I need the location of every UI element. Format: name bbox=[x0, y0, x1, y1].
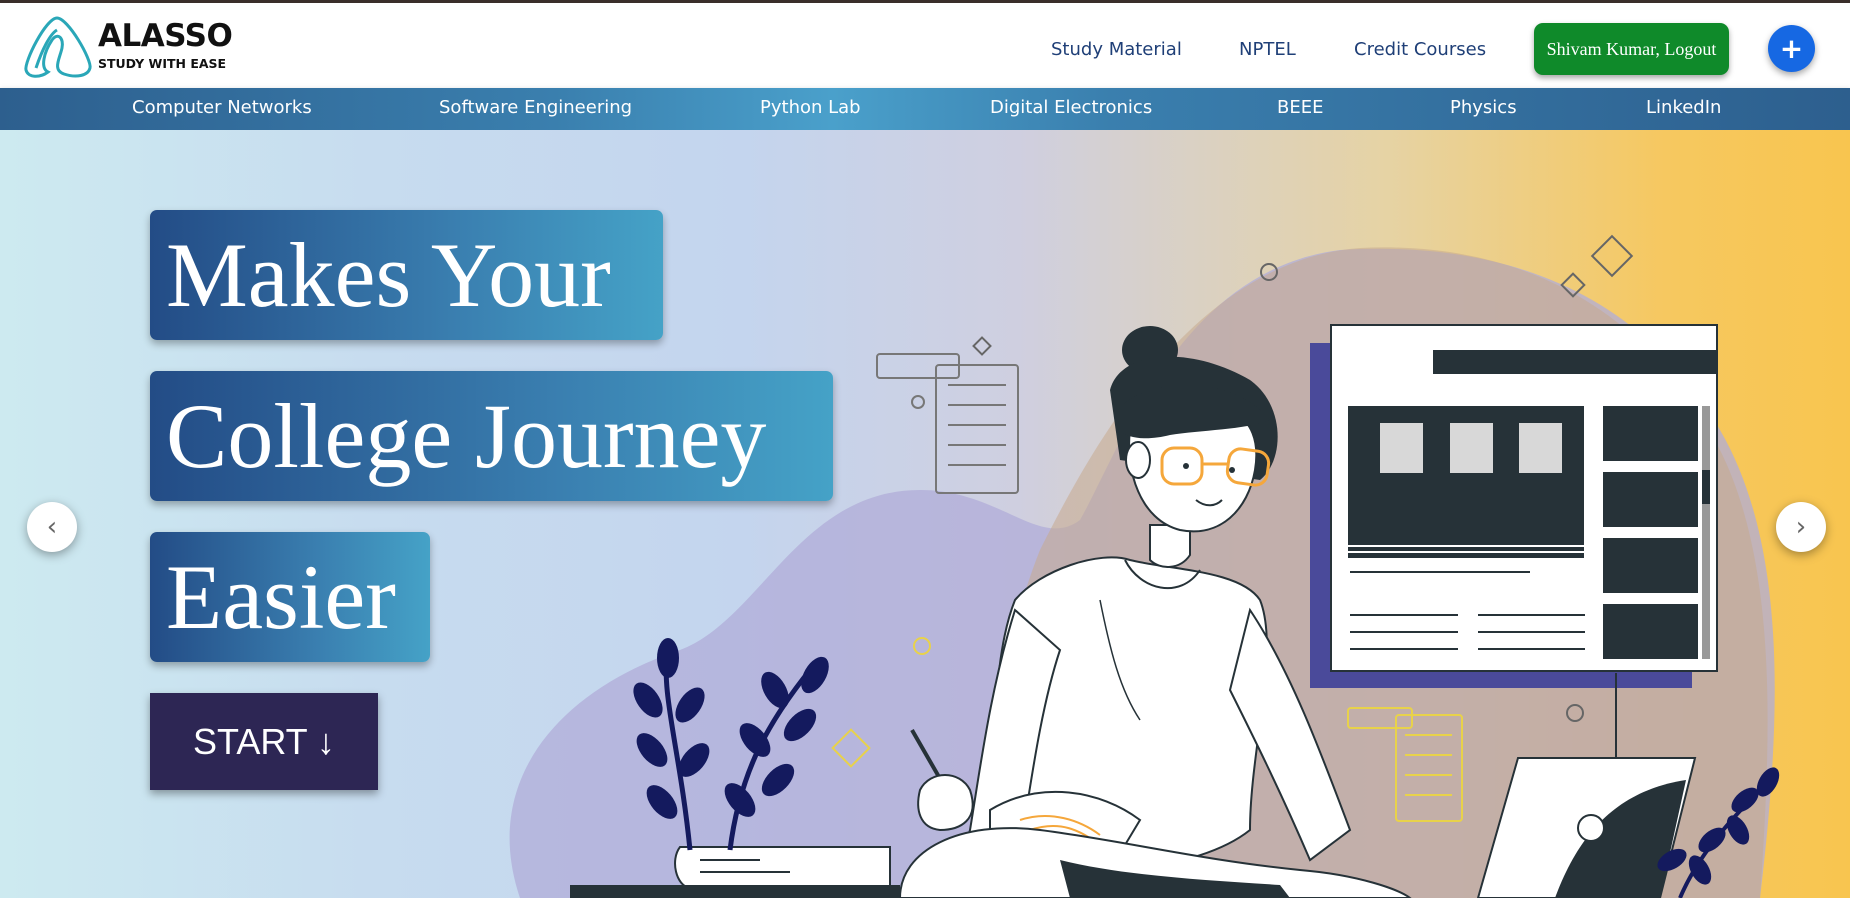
site-header: ALASSO STUDY WITH EASE Study Material NP… bbox=[0, 3, 1850, 88]
hero-headline-line3: Easier bbox=[150, 532, 430, 662]
brand-name: ALASSO bbox=[98, 18, 233, 54]
subject-digital-electronics[interactable]: Digital Electronics bbox=[990, 97, 1152, 118]
brand-logo[interactable]: ALASSO STUDY WITH EASE bbox=[18, 12, 238, 82]
chevron-right-icon: › bbox=[1795, 512, 1807, 542]
chevron-left-icon: ‹ bbox=[46, 512, 58, 542]
start-button[interactable]: START ↓ bbox=[150, 693, 378, 790]
subject-python-lab[interactable]: Python Lab bbox=[760, 97, 861, 118]
hero-banner: Makes Your College Journey Easier START … bbox=[0, 130, 1850, 898]
deco-diamond-3 bbox=[972, 336, 992, 356]
carousel-prev-button[interactable]: ‹ bbox=[27, 502, 77, 552]
carousel-next-button[interactable]: › bbox=[1776, 502, 1826, 552]
hero-headline-line2: College Journey bbox=[150, 371, 833, 501]
subject-software-engineering[interactable]: Software Engineering bbox=[439, 97, 632, 118]
hero-headline-line1: Makes Your bbox=[150, 210, 663, 340]
plus-button[interactable]: + bbox=[1768, 25, 1815, 72]
nav-credit-courses[interactable]: Credit Courses bbox=[1354, 39, 1486, 60]
subject-beee[interactable]: BEEE bbox=[1277, 97, 1323, 118]
logout-button[interactable]: Shivam Kumar, Logout bbox=[1534, 23, 1729, 75]
brand-tagline: STUDY WITH EASE bbox=[98, 56, 227, 71]
subject-physics[interactable]: Physics bbox=[1450, 97, 1517, 118]
subject-linkedin[interactable]: LinkedIn bbox=[1646, 97, 1721, 118]
subject-computer-networks[interactable]: Computer Networks bbox=[132, 97, 312, 118]
deco-diamond bbox=[1590, 234, 1634, 278]
document-sketch bbox=[876, 353, 1019, 494]
subject-nav: Computer Networks Software Engineering P… bbox=[0, 88, 1850, 130]
nav-nptel[interactable]: NPTEL bbox=[1239, 39, 1296, 60]
nav-study-material[interactable]: Study Material bbox=[1051, 39, 1182, 60]
logo-mark-icon bbox=[24, 16, 92, 78]
